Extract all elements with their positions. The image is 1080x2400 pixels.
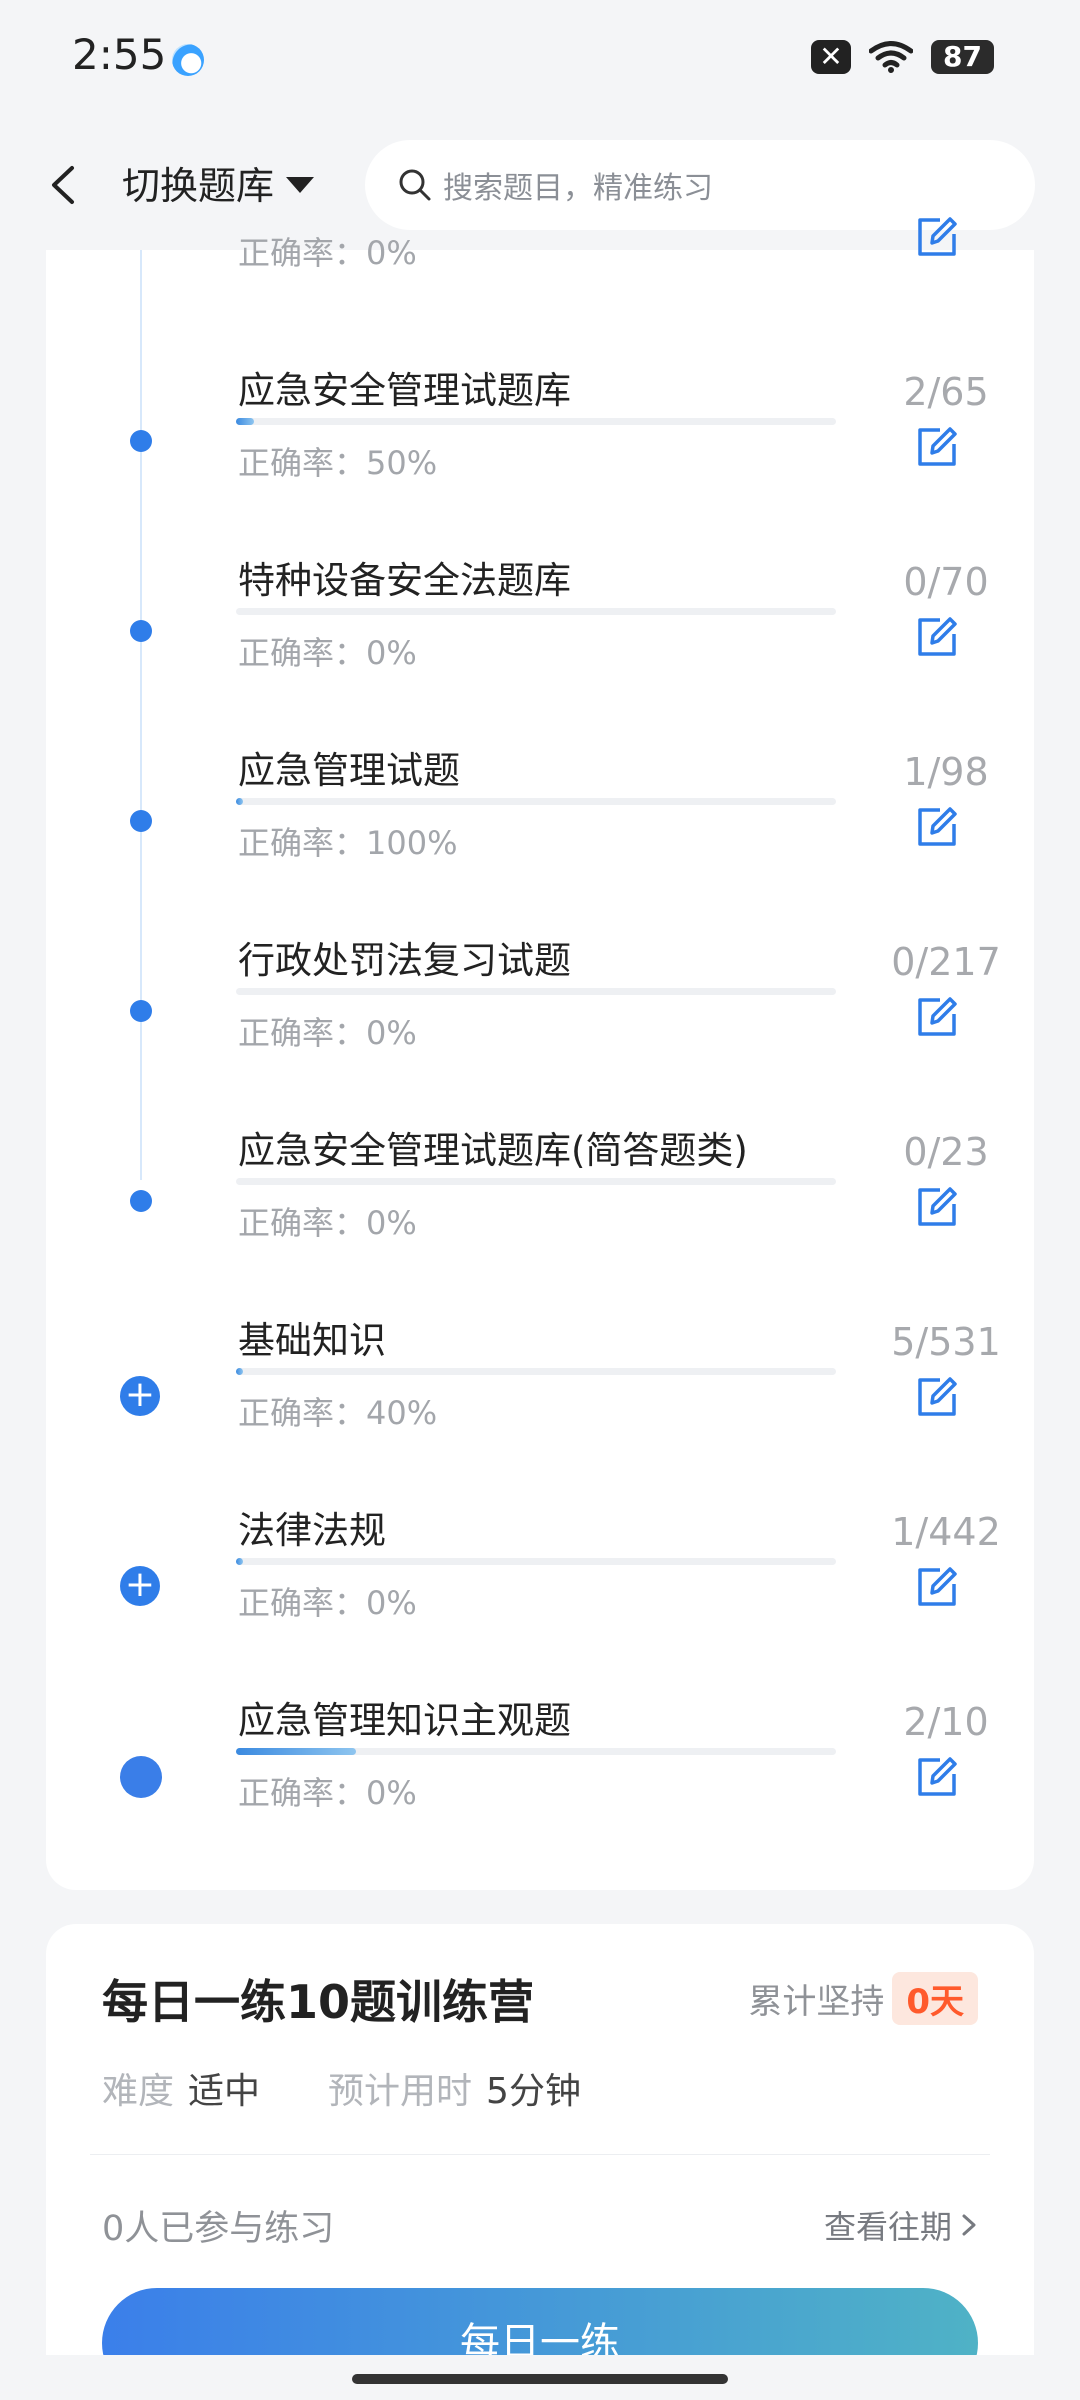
progress-track: [236, 798, 836, 805]
progress-track: [236, 418, 836, 425]
item-title: 应急安全管理试题库: [238, 369, 571, 412]
item-count: 0/217: [891, 940, 1001, 984]
progress-fill: [236, 798, 244, 805]
progress-track: [236, 1178, 836, 1185]
list-item[interactable]: + 基础知识 正确率：40% 5/531: [46, 1319, 1034, 1510]
list-item[interactable]: 特种设备安全法题库 正确率：0% 0/70: [46, 559, 1034, 750]
status-icons: ✕ 87: [811, 40, 994, 74]
daily-practice-card: 每日一练10题训练营 累计坚持 0天 难度 适中 预计用时 5分钟 0人已参与练…: [46, 1924, 1034, 2400]
accuracy-text: 正确率：0%: [238, 1014, 417, 1052]
participants-count: 0人已参与练习: [102, 2209, 335, 2249]
item-title: 应急管理试题: [238, 749, 460, 792]
edit-icon[interactable]: [914, 1754, 960, 1800]
timeline-node: [130, 620, 152, 642]
item-count: 0/70: [903, 560, 989, 604]
divider: [90, 2154, 990, 2155]
item-count: 1/442: [891, 1510, 1001, 1554]
edit-icon[interactable]: [914, 424, 960, 470]
notification-x-icon: ✕: [811, 40, 852, 74]
edit-icon[interactable]: [914, 1564, 960, 1610]
home-indicator[interactable]: [352, 2374, 728, 2384]
question-bank-list: 正确率：0% 应急安全管理试题库 正确率：50% 2/65 特种设备安全法题库 …: [46, 217, 1034, 1890]
progress-fill: [236, 418, 254, 425]
accuracy-text: 正确率：50%: [238, 444, 438, 482]
progress-track: [236, 608, 836, 615]
item-title: 应急管理知识主观题: [238, 1699, 571, 1742]
timeline-node: [120, 1756, 162, 1798]
edit-icon[interactable]: [914, 1184, 960, 1230]
list-item[interactable]: 正确率：0%: [46, 160, 1034, 350]
expand-plus-icon[interactable]: +: [120, 1566, 160, 1606]
app-notification-icon: [172, 44, 204, 76]
time-label: 预计用时: [328, 2071, 473, 2112]
list-item[interactable]: 应急管理知识主观题 正确率：0% 2/10: [46, 1699, 1034, 1890]
streak-label: 累计坚持: [748, 1982, 885, 2022]
list-item[interactable]: 应急管理试题 正确率：100% 1/98: [46, 749, 1034, 940]
accuracy-text: 正确率：0%: [238, 1204, 417, 1242]
accuracy-text: 正确率：100%: [238, 824, 458, 862]
progress-fill: [236, 1368, 244, 1375]
edit-icon[interactable]: [914, 804, 960, 850]
streak: 累计坚持 0天: [748, 1972, 978, 2025]
edit-icon[interactable]: [914, 614, 960, 660]
list-item[interactable]: 应急安全管理试题库(简答题类) 正确率：0% 0/23: [46, 1129, 1034, 1320]
view-history-link[interactable]: 查看往期: [824, 2202, 978, 2248]
item-count: 0/23: [903, 1130, 989, 1174]
accuracy-text: 正确率：0%: [238, 1774, 417, 1812]
progress-track: [236, 1748, 836, 1755]
item-count: 2/10: [903, 1700, 989, 1744]
item-title: 行政处罚法复习试题: [238, 939, 571, 982]
timeline-node: [130, 1190, 152, 1212]
difficulty-label: 难度: [102, 2071, 175, 2112]
item-title: 法律法规: [238, 1509, 386, 1552]
daily-title: 每日一练10题训练营: [102, 1975, 535, 2029]
chevron-right-icon: [962, 2214, 976, 2236]
status-time: 2:55: [72, 30, 167, 79]
progress-fill: [236, 1558, 244, 1565]
item-count: 2/65: [903, 370, 989, 414]
list-item[interactable]: + 法律法规 正确率：0% 1/442: [46, 1509, 1034, 1700]
item-title: 基础知识: [238, 1319, 386, 1362]
accuracy-text: 正确率：0%: [238, 1584, 417, 1622]
edit-icon[interactable]: [914, 994, 960, 1040]
meta-row: 难度 适中 预计用时 5分钟: [102, 2062, 635, 2114]
status-bar: 2:55 ✕ 87: [0, 0, 1080, 120]
time-value: 5分钟: [486, 2071, 581, 2112]
battery-indicator: 87: [931, 40, 994, 74]
wifi-icon: [869, 41, 914, 73]
expand-plus-icon[interactable]: +: [120, 1376, 160, 1416]
timeline-node: [130, 810, 152, 832]
timeline-node: [130, 430, 152, 452]
difficulty-value: 适中: [188, 2071, 261, 2112]
progress-fill: [236, 1748, 356, 1755]
progress-track: [236, 988, 836, 995]
history-link-label: 查看往期: [823, 2208, 952, 2246]
item-count: 1/98: [903, 750, 989, 794]
progress-track: [236, 1368, 836, 1375]
item-count: 5/531: [891, 1320, 1001, 1364]
item-title: 应急安全管理试题库(简答题类): [238, 1129, 748, 1172]
list-item[interactable]: 行政处罚法复习试题 正确率：0% 0/217: [46, 939, 1034, 1130]
list-item[interactable]: 应急安全管理试题库 正确率：50% 2/65: [46, 369, 1034, 560]
edit-icon[interactable]: [914, 1374, 960, 1420]
item-title: 特种设备安全法题库: [238, 559, 571, 602]
accuracy-text: 正确率：40%: [238, 1394, 438, 1432]
timeline-node: [130, 1000, 152, 1022]
accuracy-text: 正确率：0%: [238, 634, 417, 672]
streak-badge: 0天: [892, 1972, 978, 2025]
edit-icon[interactable]: [914, 214, 960, 260]
accuracy-text: 正确率：0%: [238, 234, 417, 272]
progress-track: [236, 1558, 836, 1565]
